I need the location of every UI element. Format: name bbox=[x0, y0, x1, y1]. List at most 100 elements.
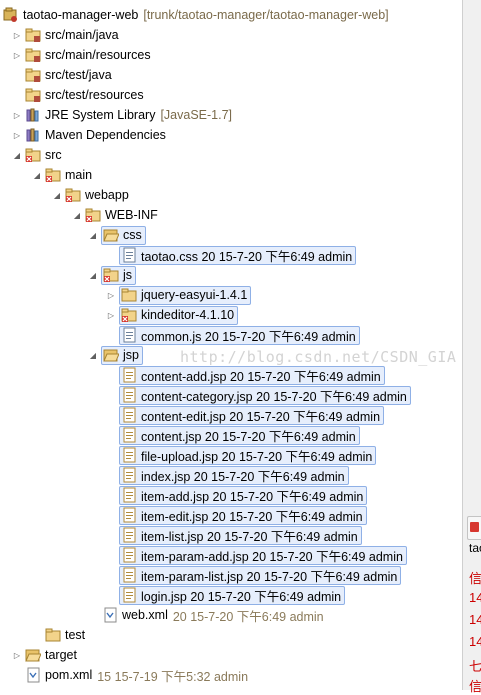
collapse-arrow-icon[interactable]: ◢ bbox=[12, 145, 22, 165]
tree-label: content.jsp 20 15-7-20 下午6:49 admin bbox=[141, 429, 356, 444]
folder-error-icon bbox=[45, 167, 61, 183]
tree-item-project[interactable]: taotao-manager-web [trunk/taotao-manager… bbox=[3, 5, 389, 25]
folder-error-icon bbox=[65, 187, 81, 203]
tree-item-web-inf[interactable]: ◢ WEB-INF bbox=[72, 205, 158, 225]
tree-label: index.jsp 20 15-7-20 下午6:49 admin bbox=[141, 469, 345, 484]
tree-item-jsp-file[interactable]: item-edit.jsp 20 15-7-20 下午6:49 admin bbox=[119, 505, 367, 525]
collapse-arrow-icon[interactable]: ◢ bbox=[32, 165, 42, 185]
tree-item-src-main-java[interactable]: ▷ src/main/java bbox=[12, 25, 119, 45]
tree-item-src-main-resources[interactable]: ▷ src/main/resources bbox=[12, 45, 151, 65]
tree-item-jsp-file[interactable]: content-add.jsp 20 15-7-20 下午6:49 admin bbox=[119, 365, 385, 385]
tree-label: css bbox=[123, 228, 142, 242]
tree-item-jsp-file[interactable]: login.jsp 20 15-7-20 下午6:49 admin bbox=[119, 585, 346, 605]
tree-item-src-test-java[interactable]: src/test/java bbox=[25, 65, 112, 85]
tree-label: taotao.css 20 15-7-20 下午6:49 admin bbox=[141, 249, 353, 264]
tree-item-pom-xml[interactable]: pom.xml 15 15-7-19 下午5:32 admin bbox=[25, 665, 248, 685]
collapse-arrow-icon[interactable]: ◢ bbox=[88, 225, 98, 245]
console-line: 七 bbox=[469, 659, 481, 674]
tree-label: jquery-easyui-1.4.1 bbox=[141, 288, 248, 302]
tree-label: pom.xml bbox=[45, 668, 93, 682]
tree-item-jsp-file[interactable]: item-add.jsp 20 15-7-20 下午6:49 admin bbox=[119, 485, 368, 505]
tree-item-jre[interactable]: ▷ JRE System Library [JavaSE-1.7] bbox=[12, 105, 232, 125]
tree-item-src-test-resources[interactable]: src/test/resources bbox=[25, 85, 144, 105]
tree-item-js[interactable]: ◢ js bbox=[88, 265, 137, 285]
console-line: 信 bbox=[469, 679, 481, 694]
expand-arrow-icon[interactable]: ▷ bbox=[12, 125, 22, 145]
tree-item-webapp[interactable]: ◢ webapp bbox=[52, 185, 129, 205]
source-folder-icon bbox=[25, 67, 41, 83]
tree-item-jsp-file[interactable]: file-upload.jsp 20 15-7-20 下午6:49 admin bbox=[119, 445, 377, 465]
tree-item-jsp-file[interactable]: content.jsp 20 15-7-20 下午6:49 admin bbox=[119, 425, 360, 445]
tree-item-jquery-easyui[interactable]: ▷ jquery-easyui-1.4.1 bbox=[106, 285, 252, 305]
tree-label: jsp bbox=[123, 348, 139, 362]
tree-item-maven-dependencies[interactable]: ▷ Maven Dependencies bbox=[12, 125, 166, 145]
folder-error-icon bbox=[85, 207, 101, 223]
tree-item-kindeditor[interactable]: ▷ kindeditor-4.1.10 bbox=[106, 305, 239, 325]
jsp-file-icon bbox=[121, 427, 137, 443]
tree-item-src[interactable]: ◢ src bbox=[12, 145, 62, 165]
tree-item-test[interactable]: test bbox=[45, 625, 85, 645]
folder-open-icon bbox=[103, 227, 119, 243]
watermark: http://blog.csdn.net/CSDN_GIA bbox=[180, 348, 457, 366]
tree-label: content-edit.jsp 20 15-7-20 下午6:49 admin bbox=[141, 409, 381, 424]
jsp-file-icon bbox=[121, 587, 137, 603]
folder-icon bbox=[45, 627, 61, 643]
folder-error-icon bbox=[103, 267, 119, 283]
jsp-file-icon bbox=[121, 567, 137, 583]
tree-label: kindeditor-4.1.10 bbox=[141, 308, 235, 322]
xml-file-icon bbox=[25, 667, 41, 683]
tree-item-jsp-file[interactable]: item-param-add.jsp 20 15-7-20 下午6:49 adm… bbox=[119, 545, 407, 565]
tree-label: src/test/resources bbox=[45, 88, 144, 102]
tree-item-common-js[interactable]: common.js 20 15-7-20 下午6:49 admin bbox=[119, 325, 360, 345]
tree-item-jsp[interactable]: ◢ jsp bbox=[88, 345, 143, 365]
panel-label: tao bbox=[469, 541, 481, 555]
tree-label: src/main/java bbox=[45, 28, 119, 42]
tree-item-jsp-file[interactable]: index.jsp 20 15-7-20 下午6:49 admin bbox=[119, 465, 349, 485]
library-icon bbox=[25, 107, 41, 123]
project-icon bbox=[3, 7, 19, 23]
jsp-file-icon bbox=[121, 547, 137, 563]
js-file-icon bbox=[121, 327, 137, 343]
jre-version: [JavaSE-1.7] bbox=[160, 108, 233, 122]
tree-item-jsp-file[interactable]: item-list.jsp 20 15-7-20 下午6:49 admin bbox=[119, 525, 362, 545]
library-icon bbox=[25, 127, 41, 143]
tree-item-taotao-css[interactable]: taotao.css 20 15-7-20 下午6:49 admin bbox=[119, 245, 357, 265]
tree-label: WEB-INF bbox=[105, 208, 158, 222]
console-tab[interactable] bbox=[467, 516, 481, 540]
project-name: taotao-manager-web bbox=[23, 8, 139, 22]
tree-label: item-param-list.jsp 20 15-7-20 下午6:49 ad… bbox=[141, 569, 398, 584]
tree-label: src bbox=[45, 148, 62, 162]
expand-arrow-icon[interactable]: ▷ bbox=[12, 645, 22, 665]
tree-item-target[interactable]: ▷ target bbox=[12, 645, 77, 665]
project-path: [trunk/taotao-manager/taotao-manager-web… bbox=[143, 8, 389, 22]
tree-item-jsp-file[interactable]: content-category.jsp 20 15-7-20 下午6:49 a… bbox=[119, 385, 411, 405]
tree-item-jsp-file[interactable]: content-edit.jsp 20 15-7-20 下午6:49 admin bbox=[119, 405, 385, 425]
tree-label: web.xml bbox=[122, 608, 168, 622]
console-line: 14 bbox=[469, 612, 481, 627]
collapse-arrow-icon[interactable]: ◢ bbox=[88, 265, 98, 285]
jsp-file-icon bbox=[121, 527, 137, 543]
tree-label: js bbox=[123, 268, 133, 282]
expand-arrow-icon[interactable]: ▷ bbox=[106, 285, 116, 305]
tree-item-css[interactable]: ◢ css bbox=[88, 225, 146, 245]
collapse-arrow-icon[interactable]: ◢ bbox=[72, 205, 82, 225]
folder-open-icon bbox=[25, 647, 41, 663]
jsp-file-icon bbox=[121, 487, 137, 503]
tree-item-jsp-file[interactable]: item-param-list.jsp 20 15-7-20 下午6:49 ad… bbox=[119, 565, 402, 585]
console-line: 14 bbox=[469, 590, 481, 605]
tree-item-main[interactable]: ◢ main bbox=[32, 165, 92, 185]
folder-open-icon bbox=[103, 347, 119, 363]
css-file-icon bbox=[121, 247, 137, 263]
expand-arrow-icon[interactable]: ▷ bbox=[12, 105, 22, 125]
xml-file-icon bbox=[102, 607, 118, 623]
tree-item-web-xml[interactable]: web.xml 20 15-7-20 下午6:49 admin bbox=[101, 605, 327, 625]
expand-arrow-icon[interactable]: ▷ bbox=[12, 25, 22, 45]
tree-label: webapp bbox=[85, 188, 129, 202]
expand-arrow-icon[interactable]: ▷ bbox=[106, 305, 116, 325]
console-line: 14 bbox=[469, 634, 481, 649]
tree-meta: 15 15-7-19 下午5:32 admin bbox=[97, 669, 249, 684]
collapse-arrow-icon[interactable]: ◢ bbox=[52, 185, 62, 205]
source-folder-icon bbox=[25, 27, 41, 43]
expand-arrow-icon[interactable]: ▷ bbox=[12, 45, 22, 65]
collapse-arrow-icon[interactable]: ◢ bbox=[88, 345, 98, 365]
